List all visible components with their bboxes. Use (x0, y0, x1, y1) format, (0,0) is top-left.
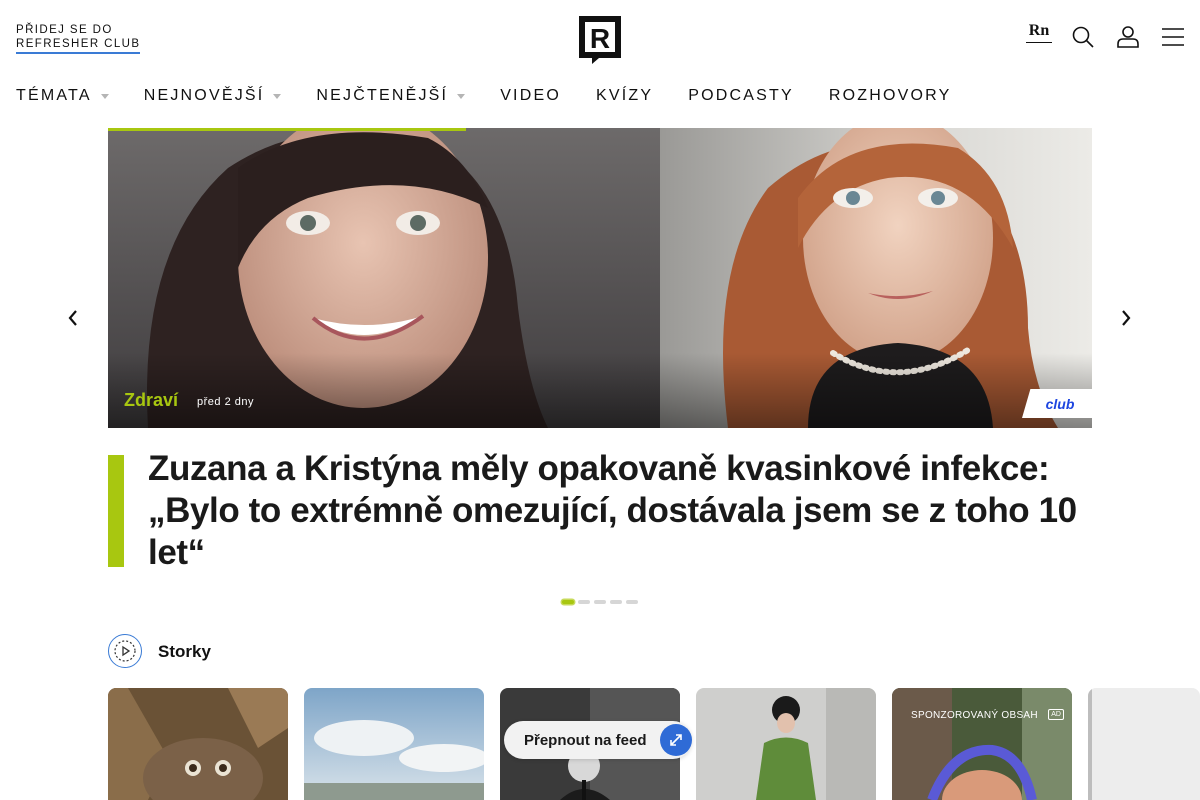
caret-down-icon (273, 94, 282, 99)
hero-photo (108, 128, 1092, 428)
nav-item-podcasty[interactable]: PODCASTY (688, 86, 794, 106)
stories-play-icon (108, 634, 142, 668)
story-card[interactable] (108, 688, 288, 800)
svg-text:R: R (590, 23, 610, 54)
club-badge-label: club (1045, 395, 1075, 412)
article-time: před 2 dny (197, 396, 254, 408)
slide-dot[interactable] (594, 600, 606, 604)
article-category[interactable]: Zdraví (124, 390, 178, 411)
caret-down-icon (457, 94, 466, 99)
nav-label: KVÍZY (595, 87, 654, 104)
nav-item-nejnovejsi[interactable]: NEJNOVĚJŠÍ (144, 86, 282, 106)
join-club-link[interactable]: PŘIDEJ SE DO REFRESHER CLUB (16, 23, 141, 54)
story-card[interactable] (1088, 688, 1200, 800)
site-logo[interactable]: R (579, 16, 621, 64)
nav-label: NEJNOVĚJŠÍ (143, 87, 265, 104)
slide-dot[interactable] (578, 600, 590, 604)
rn-news-link[interactable]: Rn (1026, 23, 1052, 43)
nav-item-kvizy[interactable]: KVÍZY (596, 86, 653, 106)
nav-label: VIDEO (500, 87, 561, 104)
hero-image[interactable] (108, 128, 1092, 428)
headline-accent-bar (108, 455, 124, 567)
join-club-line1: PŘIDEJ SE DO (16, 24, 113, 36)
nav-item-video[interactable]: VIDEO (500, 86, 561, 106)
main-nav: TÉMATA NEJNOVĚJŠÍ NEJČTENĚJŠÍ VIDEO KVÍZ… (16, 86, 986, 106)
story-card[interactable] (304, 688, 484, 800)
caret-down-icon (100, 94, 109, 99)
nav-item-nejctenejsi[interactable]: NEJČTENĚJŠÍ (316, 86, 466, 106)
prev-slide-chevron-left-icon[interactable] (61, 306, 85, 330)
story-card-sponsored[interactable]: SPONZOROVANÝ OBSAH AD (892, 688, 1072, 800)
story-card[interactable] (696, 688, 876, 800)
nav-label: PODCASTY (688, 87, 794, 104)
nav-label: NEJČTENĚJŠÍ (316, 87, 449, 104)
nav-item-temata[interactable]: TÉMATA (16, 86, 109, 106)
slide-dot[interactable] (626, 600, 638, 604)
sponsored-label: SPONZOROVANÝ OBSAH (911, 710, 1038, 721)
switch-to-feed-button[interactable]: Přepnout na feed (504, 721, 692, 759)
stories-title: Storky (158, 642, 211, 661)
slide-indicator (562, 600, 638, 604)
nav-label: ROZHOVORY (828, 87, 952, 104)
user-icon[interactable] (1113, 22, 1143, 52)
switch-to-feed-label: Přepnout na feed (524, 731, 647, 749)
next-slide-chevron-right-icon[interactable] (1114, 306, 1138, 330)
menu-icon[interactable] (1158, 22, 1188, 52)
article-headline[interactable]: Zuzana a Kristýna měly opakovaně kvasink… (148, 448, 1078, 574)
join-club-line2: REFRESHER CLUB (16, 37, 141, 54)
nav-item-rozhovory[interactable]: ROZHOVORY (829, 86, 952, 106)
slide-progress-bar (108, 128, 466, 131)
slide-dot[interactable] (562, 600, 574, 604)
slide-dot[interactable] (610, 600, 622, 604)
ad-badge: AD (1048, 709, 1064, 720)
club-badge: club (1022, 389, 1092, 418)
search-icon[interactable] (1068, 22, 1098, 52)
nav-label: TÉMATA (16, 87, 92, 104)
expand-icon (660, 724, 692, 756)
